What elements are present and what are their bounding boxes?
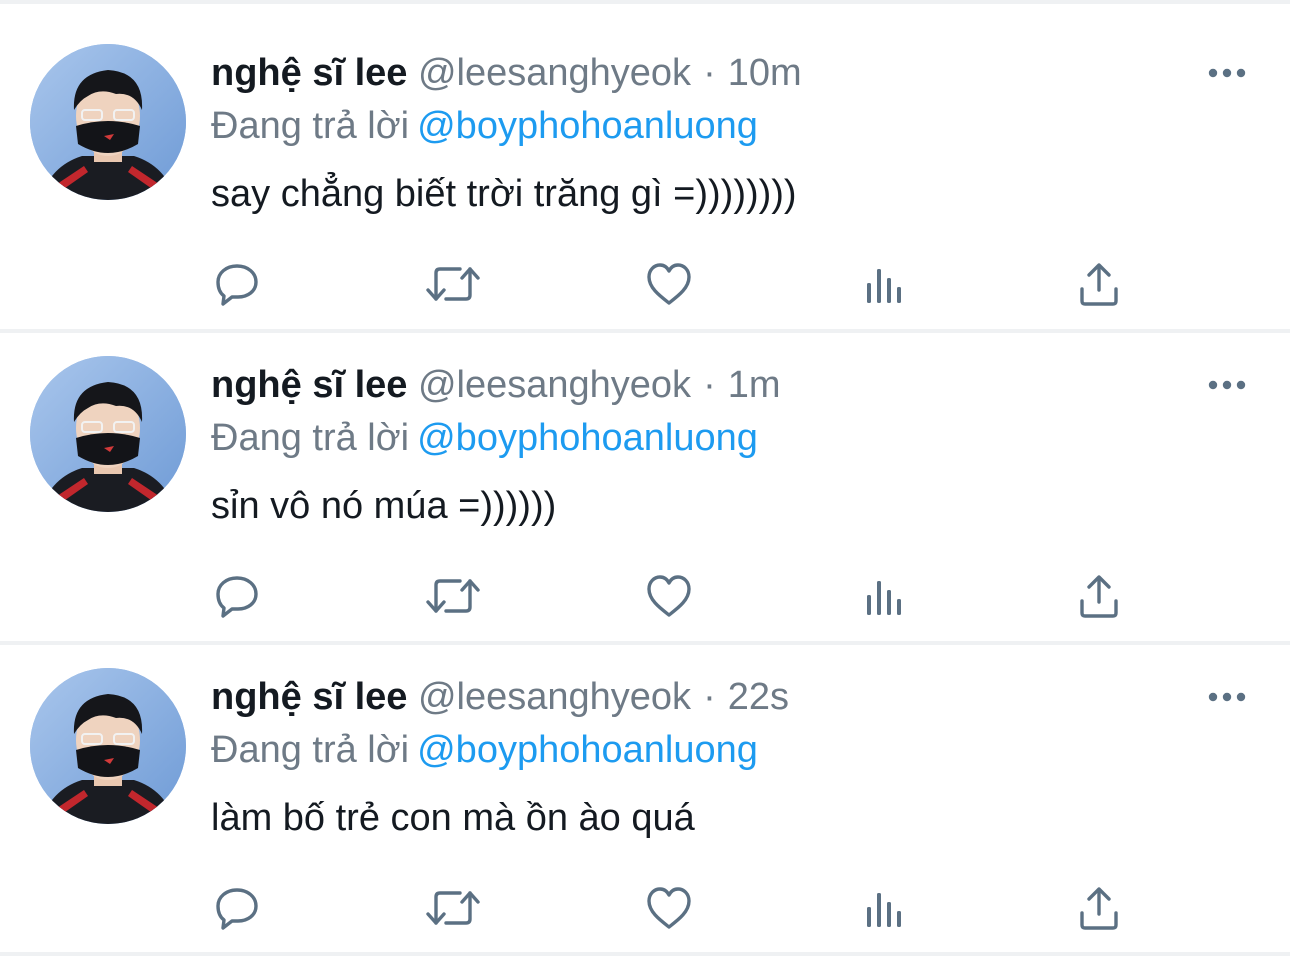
avatar[interactable] <box>30 356 186 512</box>
user-handle[interactable]: @leesanghyeok <box>418 364 691 406</box>
analytics-icon <box>867 269 901 303</box>
share-button[interactable] <box>1070 255 1128 313</box>
tweet-actions <box>0 255 1290 313</box>
tweet[interactable]: nghệ sĩ lee @leesanghyeok · 1m Đang trả lờ… <box>0 312 1290 620</box>
timestamp[interactable]: 10m <box>728 52 802 94</box>
reply-prefix: Đang trả lời <box>211 417 410 459</box>
more-icon <box>1208 380 1246 390</box>
reply-button[interactable] <box>208 255 266 313</box>
tweet-feed: nghệ sĩ lee @leesanghyeok · 10m Đang trả l… <box>0 0 1290 956</box>
analytics-button[interactable] <box>856 255 914 313</box>
more-options-button[interactable] <box>1204 58 1250 88</box>
tweet-header: nghệ sĩ lee @leesanghyeok · 1m <box>211 360 781 410</box>
analytics-icon <box>867 893 901 927</box>
avatar[interactable] <box>30 44 186 200</box>
more-options-button[interactable] <box>1204 370 1250 400</box>
like-button[interactable] <box>640 879 698 937</box>
tweet[interactable]: nghệ sĩ lee @leesanghyeok · 22s Đang trả l… <box>0 624 1290 932</box>
share-button[interactable] <box>1070 567 1128 625</box>
reply-context: Đang trả lời @boyphohoanluong <box>211 101 758 151</box>
reply-icon <box>216 264 258 306</box>
tweet-header: nghệ sĩ lee @leesanghyeok · 22s <box>211 672 789 722</box>
user-handle[interactable]: @leesanghyeok <box>418 52 691 94</box>
tweet-actions <box>0 567 1290 625</box>
retweet-button[interactable] <box>424 879 482 937</box>
separator: · <box>703 676 716 718</box>
separator: · <box>703 52 716 94</box>
user-handle[interactable]: @leesanghyeok <box>418 676 691 718</box>
mention-link[interactable]: @boyphohoanluong <box>417 729 758 771</box>
mention-link[interactable]: @boyphohoanluong <box>417 105 758 147</box>
like-icon <box>647 575 691 617</box>
share-icon <box>1080 263 1118 306</box>
reply-button[interactable] <box>208 567 266 625</box>
timestamp[interactable]: 1m <box>728 364 781 406</box>
reply-button[interactable] <box>208 879 266 937</box>
analytics-button[interactable] <box>856 879 914 937</box>
tweet-text: sỉn vô nó múa =)))))) <box>211 485 557 527</box>
like-button[interactable] <box>640 255 698 313</box>
retweet-icon <box>426 267 480 301</box>
more-options-button[interactable] <box>1204 682 1250 712</box>
like-icon <box>647 263 691 305</box>
reply-context: Đang trả lời @boyphohoanluong <box>211 413 758 463</box>
reply-prefix: Đang trả lời <box>211 729 410 771</box>
share-button[interactable] <box>1070 879 1128 937</box>
retweet-button[interactable] <box>424 255 482 313</box>
tweet-actions <box>0 879 1290 937</box>
display-name[interactable]: nghệ sĩ lee <box>211 364 407 406</box>
reply-prefix: Đang trả lời <box>211 105 410 147</box>
avatar[interactable] <box>30 668 186 824</box>
retweet-icon <box>426 891 480 925</box>
reply-icon <box>216 888 258 930</box>
tweet-header: nghệ sĩ lee @leesanghyeok · 10m <box>211 48 802 98</box>
reply-context: Đang trả lời @boyphohoanluong <box>211 725 758 775</box>
mention-link[interactable]: @boyphohoanluong <box>417 417 758 459</box>
share-icon <box>1080 575 1118 618</box>
share-icon <box>1080 887 1118 930</box>
display-name[interactable]: nghệ sĩ lee <box>211 52 407 94</box>
display-name[interactable]: nghệ sĩ lee <box>211 676 407 718</box>
tweet-text: say chẳng biết trời trăng gì =)))))))) <box>211 173 797 215</box>
like-icon <box>647 887 691 929</box>
divider <box>0 952 1290 956</box>
analytics-button[interactable] <box>856 567 914 625</box>
retweet-icon <box>426 579 480 613</box>
retweet-button[interactable] <box>424 567 482 625</box>
separator: · <box>703 364 716 406</box>
tweet-text: làm bố trẻ con mà ồn ào quá <box>211 797 695 839</box>
like-button[interactable] <box>640 567 698 625</box>
reply-icon <box>216 576 258 618</box>
more-icon <box>1208 68 1246 78</box>
more-icon <box>1208 692 1246 702</box>
timestamp[interactable]: 22s <box>728 676 789 718</box>
tweet[interactable]: nghệ sĩ lee @leesanghyeok · 10m Đang trả l… <box>0 0 1290 308</box>
analytics-icon <box>867 581 901 615</box>
